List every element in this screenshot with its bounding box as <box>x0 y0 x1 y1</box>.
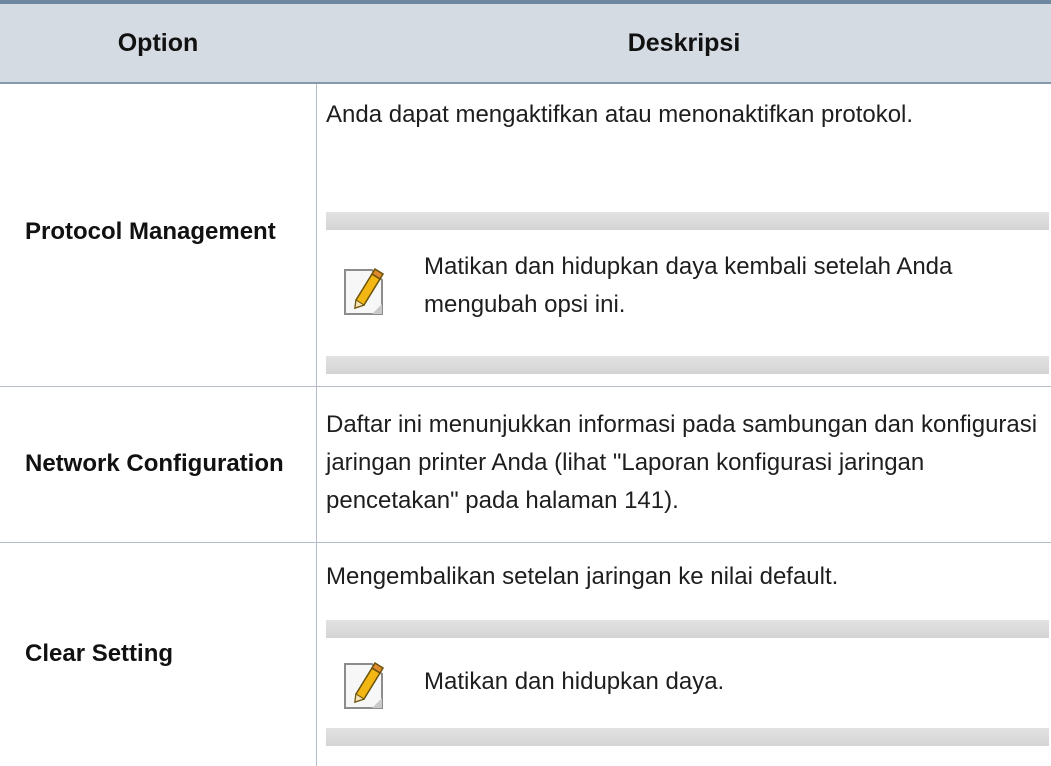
option-description: Mengembalikan setelan jaringan ke nilai … <box>326 563 839 590</box>
note-text: Matikan dan hidupkan daya. <box>424 668 725 695</box>
option-description: Anda dapat mengaktifkan atau menonaktifk… <box>326 101 914 128</box>
note-text: Matikan dan hidupkan daya kembali setela… <box>424 253 953 318</box>
note-pencil-icon <box>342 660 392 716</box>
note-band-top <box>326 620 1049 638</box>
option-label: Network Configuration <box>25 450 284 477</box>
note-band-bottom <box>326 356 1049 374</box>
note-pencil-icon <box>342 266 392 322</box>
table-header-row: Option Deskripsi <box>0 4 1051 84</box>
note-band-bottom <box>326 728 1049 746</box>
options-table: Option Deskripsi Protocol Management And… <box>0 0 1051 766</box>
column-header-option: Option <box>117 28 199 57</box>
row-divider <box>0 386 1051 387</box>
note-box: Matikan dan hidupkan daya kembali setela… <box>326 212 1049 374</box>
column-header-description: Deskripsi <box>627 28 741 57</box>
note-box: Matikan dan hidupkan daya. <box>326 620 1049 746</box>
option-label: Protocol Management <box>25 218 276 245</box>
note-band-top <box>326 212 1049 230</box>
option-description: Daftar ini menunjukkan informasi pada sa… <box>326 411 1038 514</box>
column-divider <box>316 84 317 766</box>
row-divider <box>0 542 1051 543</box>
option-label: Clear Setting <box>25 640 174 667</box>
